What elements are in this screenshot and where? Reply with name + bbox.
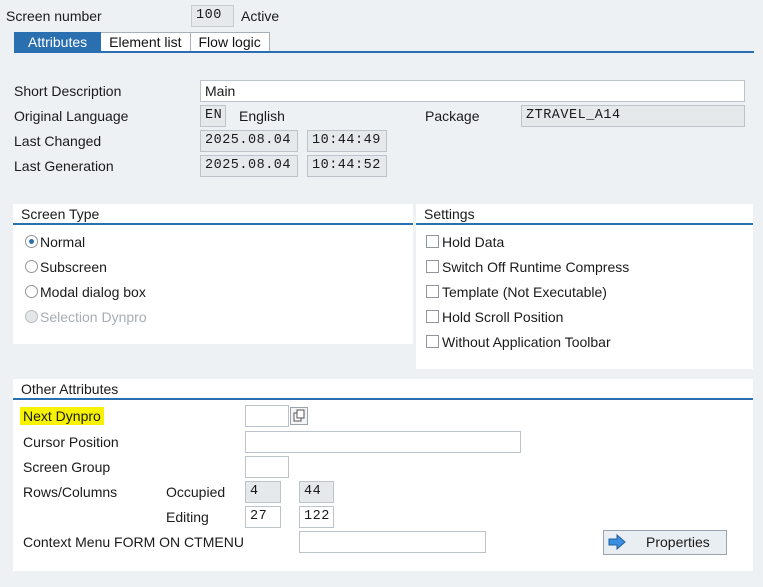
settings-title: Settings: [416, 204, 753, 225]
context-menu-field[interactable]: [299, 531, 486, 553]
short-description-field[interactable]: Main: [200, 80, 745, 102]
checkbox-hold-scroll-position[interactable]: [426, 310, 439, 323]
original-language-label: Original Language: [14, 108, 129, 124]
tab-attributes[interactable]: Attributes: [14, 32, 102, 52]
screen-status: Active: [241, 8, 280, 24]
checkbox-hold-data-label: Hold Data: [442, 234, 505, 250]
occupied-label: Occupied: [166, 484, 226, 500]
rows-columns-label: Rows/Columns: [23, 484, 118, 500]
editing-cols-field[interactable]: 122: [299, 506, 334, 528]
properties-button[interactable]: Properties: [603, 530, 727, 555]
radio-selection-dynpro: [25, 310, 38, 323]
radio-modal-dialog[interactable]: [25, 285, 38, 298]
checkbox-template[interactable]: [426, 285, 439, 298]
context-menu-label: Context Menu FORM ON CTMENU: [23, 534, 244, 550]
cursor-position-label: Cursor Position: [23, 434, 119, 450]
radio-subscreen-label: Subscreen: [40, 259, 107, 275]
tab-underline: [14, 51, 754, 53]
radio-normal[interactable]: [25, 235, 38, 248]
cursor-position-field[interactable]: [245, 431, 521, 453]
occupied-rows-field: 4: [245, 481, 281, 503]
last-generation-time-field: 10:44:52: [307, 155, 387, 177]
package-label: Package: [425, 108, 480, 124]
language-name: English: [239, 108, 285, 124]
language-code-field: EN: [200, 105, 226, 127]
screen-number-field: 100: [191, 5, 234, 27]
package-field: ZTRAVEL_A14: [521, 105, 745, 127]
checkbox-template-label: Template (Not Executable): [442, 284, 607, 300]
checkbox-switch-off-runtime-compress[interactable]: [426, 260, 439, 273]
editing-label: Editing: [166, 509, 209, 525]
screen-number-label: Screen number: [6, 8, 102, 24]
next-dynpro-field[interactable]: [245, 405, 289, 427]
last-changed-time-field: 10:44:49: [307, 130, 387, 152]
properties-button-label: Properties: [646, 534, 710, 550]
other-attributes-title: Other Attributes: [13, 379, 753, 400]
radio-modal-dialog-label: Modal dialog box: [40, 284, 146, 300]
screen-group-field[interactable]: [245, 456, 289, 478]
checkbox-hold-scroll-position-label: Hold Scroll Position: [442, 309, 564, 325]
radio-subscreen[interactable]: [25, 260, 38, 273]
last-generation-date-field: 2025.08.04: [200, 155, 298, 177]
occupied-cols-field: 44: [299, 481, 334, 503]
screen-type-title: Screen Type: [13, 204, 413, 225]
checkbox-without-app-toolbar-label: Without Application Toolbar: [442, 334, 611, 350]
editing-rows-field[interactable]: 27: [245, 506, 281, 528]
radio-normal-label: Normal: [40, 234, 86, 250]
last-generation-label: Last Generation: [14, 158, 114, 174]
screen-group-label: Screen Group: [23, 459, 111, 475]
tab-flow-logic[interactable]: Flow logic: [190, 32, 270, 52]
copy-icon[interactable]: [290, 407, 308, 425]
checkbox-switch-off-runtime-compress-label: Switch Off Runtime Compress: [442, 259, 630, 275]
tab-element-list[interactable]: Element list: [101, 32, 191, 52]
tab-strip: Attributes Element list Flow logic: [14, 32, 270, 52]
checkbox-without-app-toolbar[interactable]: [426, 335, 439, 348]
short-description-label: Short Description: [14, 83, 122, 99]
next-dynpro-label: Next Dynpro: [20, 407, 104, 425]
radio-selection-dynpro-label: Selection Dynpro: [40, 309, 147, 325]
last-changed-date-field: 2025.08.04: [200, 130, 298, 152]
arrow-right-icon: [608, 533, 626, 551]
last-changed-label: Last Changed: [14, 133, 102, 149]
checkbox-hold-data[interactable]: [426, 235, 439, 248]
